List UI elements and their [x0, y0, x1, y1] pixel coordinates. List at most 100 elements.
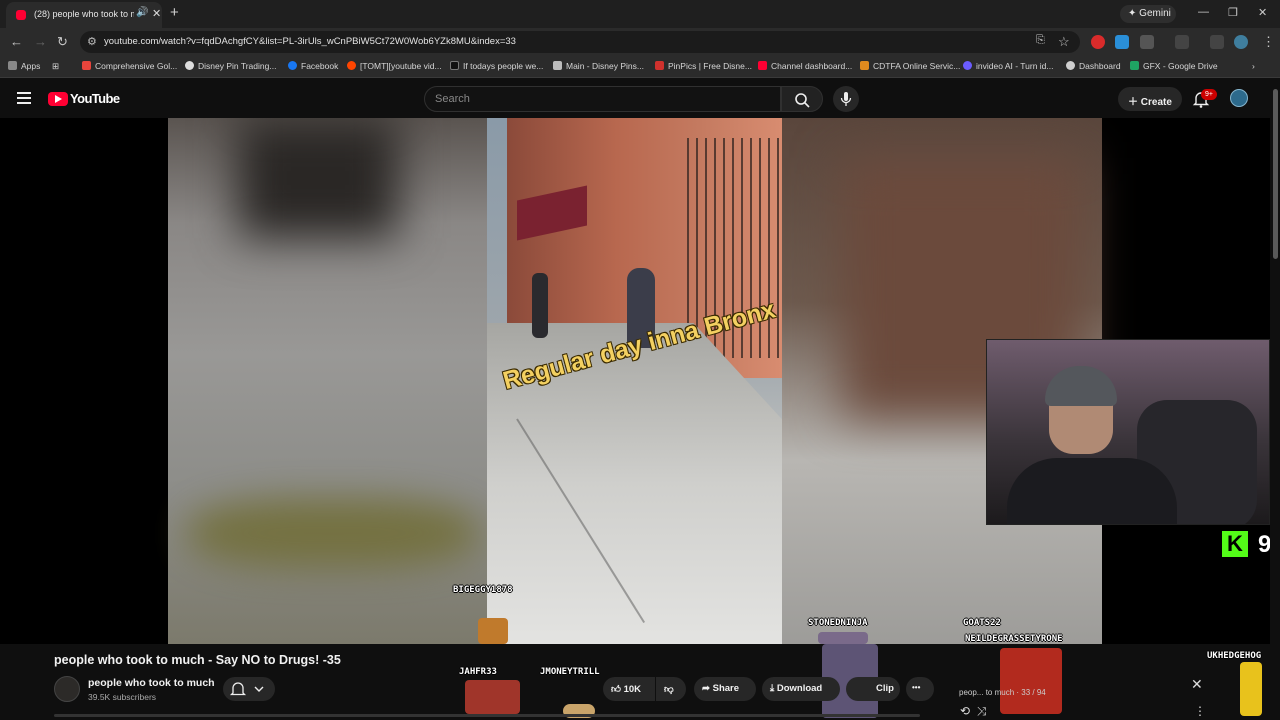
playlist-info: peop... to much · 33 / 94 [959, 688, 1046, 697]
back-arrow-icon[interactable]: ← [10, 34, 23, 49]
bookmark-item[interactable]: Dashboard [1066, 61, 1121, 71]
voice-search-button[interactable] [833, 86, 859, 112]
address-bar[interactable]: ⚙ youtube.com/watch?v=fqdDAchgfCY&list=P… [80, 31, 1080, 53]
bookmark-favicon-icon [963, 61, 972, 70]
search-button[interactable] [781, 86, 823, 112]
bookmark-item[interactable]: PinPics | Free Disne... [655, 61, 752, 71]
tab-title: (28) people who took to mu... [34, 9, 134, 19]
video-title: people who took to much - Say NO to Drug… [54, 653, 341, 667]
gemini-label: Gemini [1139, 8, 1171, 19]
channel-avatar[interactable] [54, 676, 80, 702]
side-panel-icon[interactable] [1175, 35, 1189, 49]
notification-badge: 9+ [1201, 89, 1217, 100]
kick-count: 9 [1258, 531, 1270, 558]
playlist-title: peop... to much [959, 688, 1015, 697]
download-icon: ⤓ [770, 683, 775, 694]
bookmark-favicon-icon [82, 61, 91, 70]
overlay-username: JAHFR33 [459, 667, 497, 677]
profile-avatar-icon[interactable] [1234, 35, 1248, 49]
account-avatar[interactable] [1230, 89, 1248, 107]
like-button[interactable]: 👍︎ 10K [603, 677, 655, 701]
youtube-logo-text[interactable]: YouTube [70, 91, 120, 106]
bookmark-star-icon[interactable]: ☆ [1058, 34, 1070, 50]
extensions-puzzle-icon[interactable] [1140, 35, 1154, 49]
extension-red-icon[interactable] [1091, 35, 1105, 49]
search-box[interactable] [424, 86, 781, 112]
blurred-background-left [168, 118, 487, 644]
bookmark-favicon-icon [1066, 61, 1075, 70]
page-scrollbar[interactable] [1271, 79, 1280, 720]
apps-grid-icon [8, 61, 17, 70]
playlist-close-icon[interactable]: ✕ [1191, 676, 1203, 693]
overlay-username: NEILDEGRASSETYRONE [965, 634, 1063, 644]
new-tab-button[interactable]: + [170, 4, 179, 21]
bookmarks-overflow-icon[interactable]: › [1252, 61, 1255, 71]
playlist-menu-icon[interactable]: ⋮ [1194, 704, 1206, 718]
browser-tab[interactable]: (28) people who took to mu... 🔊 ✕ [6, 2, 162, 28]
tab-close-icon[interactable]: ✕ [152, 7, 161, 20]
browser-menu-icon[interactable]: ⋮ [1262, 34, 1275, 50]
share-arrow-icon: ➦ [702, 683, 710, 694]
youtube-logo-icon[interactable] [48, 92, 68, 106]
bookmark-item[interactable]: Disney Pin Trading... [185, 61, 276, 71]
overlay-username: JMONEYTRILL [540, 667, 600, 677]
bookmark-item[interactable]: CDTFA Online Servic... [860, 61, 960, 71]
bookmark-item[interactable]: GFX - Google Drive [1130, 61, 1218, 71]
search-input[interactable] [435, 93, 735, 105]
channel-name[interactable]: people who took to much [88, 677, 215, 689]
loop-icon[interactable]: ⟲ [960, 704, 970, 718]
scrollbar-thumb[interactable] [1273, 89, 1278, 259]
download-button[interactable]: ⤓ Download [762, 677, 840, 701]
extension-translate-icon[interactable] [1115, 35, 1129, 49]
streamer-webcam [986, 339, 1270, 525]
kick-logo-icon: K [1222, 531, 1248, 557]
reading-list-icon[interactable] [1210, 35, 1224, 49]
bell-icon [229, 682, 264, 696]
like-count: 10K [623, 684, 642, 695]
fox-sprite-icon [478, 618, 508, 644]
bookmark-item[interactable]: Channel dashboard... [758, 61, 852, 71]
bookmark-item[interactable]: [TOMT][youtube vid... [347, 61, 442, 71]
create-label: Create [1140, 97, 1172, 108]
window-close-icon[interactable]: ✕ [1258, 6, 1267, 19]
thumbs-up-icon: 👍︎ [611, 684, 621, 695]
bookmark-item[interactable]: invideo AI - Turn id... [963, 61, 1053, 71]
minimize-icon[interactable]: — [1198, 6, 1209, 18]
bookmark-item[interactable]: Comprehensive Gol... [82, 61, 177, 71]
install-app-icon[interactable]: ⎘ [1036, 34, 1045, 47]
video-player[interactable]: Regular day inna Bronx K 9 BIGEGGY1878 S… [0, 118, 1270, 644]
bookmark-favicon-icon [185, 61, 194, 70]
shuffle-icon[interactable]: ⤨ [977, 704, 987, 718]
clip-button[interactable]: Clip [846, 677, 900, 701]
browser-tab-strip: (28) people who took to mu... 🔊 ✕ + ✦ Ge… [0, 0, 1280, 28]
bookmark-item[interactable]: Facebook [288, 61, 338, 71]
more-actions-button[interactable]: ••• [906, 677, 934, 701]
dislike-button[interactable]: 👎︎ [656, 677, 686, 701]
subscriber-count: 39.5K subscribers [88, 692, 157, 702]
bookmark-apps[interactable]: Apps [8, 61, 40, 71]
all-bookmarks-grid-icon[interactable]: ⊞ [52, 61, 59, 72]
youtube-studio-icon [758, 61, 767, 70]
overlay-username: BIGEGGY1878 [453, 585, 513, 595]
create-button[interactable]: ＋ Create [1118, 87, 1182, 111]
bart-sprite-icon [1240, 662, 1262, 716]
youtube-favicon-icon [16, 10, 26, 20]
playlist-controls: ⟲ ⤨ [960, 704, 986, 719]
subscription-bell-button[interactable] [223, 677, 275, 701]
speaker-icon[interactable]: 🔊 [136, 7, 148, 18]
bookmark-favicon-icon [860, 61, 869, 70]
bookmark-favicon-icon [655, 61, 664, 70]
hamburger-menu-icon[interactable] [17, 92, 31, 104]
forward-arrow-icon[interactable]: → [34, 34, 47, 49]
bookmark-item[interactable]: Main - Disney Pins... [553, 61, 644, 71]
share-button[interactable]: ➦ Share [694, 677, 756, 701]
site-info-icon[interactable]: ⚙ [87, 35, 97, 48]
reload-icon[interactable]: ↻ [57, 34, 68, 50]
maximize-icon[interactable]: ❐ [1228, 6, 1238, 19]
description-box-edge [54, 714, 920, 717]
url-text: youtube.com/watch?v=fqdDAchgfCY&list=PL-… [104, 36, 516, 47]
gemini-button[interactable]: ✦ Gemini [1120, 5, 1176, 23]
kick-viewer-counter: K 9 [1222, 531, 1270, 559]
bookmark-item[interactable]: If todays people we... [450, 61, 543, 71]
browser-toolbar: ← → ↻ ⚙ youtube.com/watch?v=fqdDAchgfCY&… [0, 28, 1280, 56]
